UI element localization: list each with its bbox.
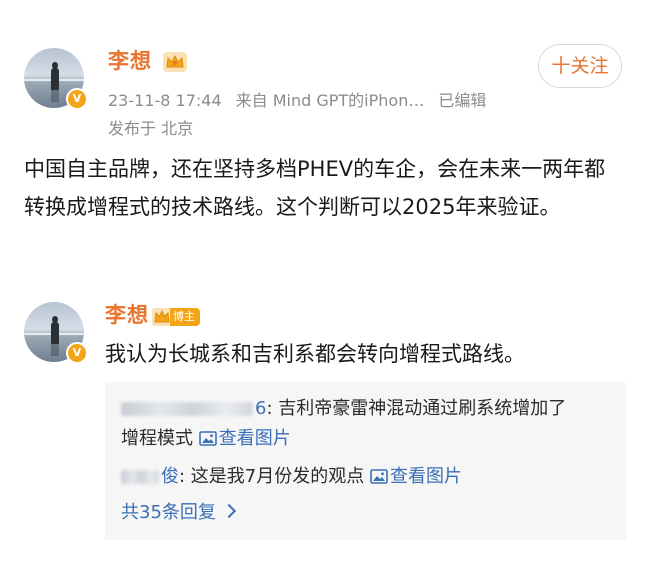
post-meta: 23-11-8 17:44 来自 Mind GPT的iPhon… 已编辑 <box>108 90 486 112</box>
reply-username[interactable]: 6 <box>121 398 266 419</box>
verified-badge-icon: V <box>66 342 88 364</box>
follow-button[interactable]: 十关注 <box>538 44 622 88</box>
more-replies-link[interactable]: 共35条回复 <box>121 498 236 528</box>
author-name[interactable]: 李想 <box>108 48 152 74</box>
replies-panel: 6: 吉利帝豪雷神混动通过刷系统增加了 增程模式 查看图片 俊: 这是我7月份发… <box>105 382 626 540</box>
post-location: 发布于 北京 <box>108 119 194 138</box>
edited-label: 已编辑 <box>438 91 487 110</box>
more-replies-label: 共35条回复 <box>121 502 216 523</box>
weibo-post: V 李想 十关注 23-11-8 17:44 来自 Mind GPT的iPhon…… <box>0 0 651 563</box>
reply-text-cont: 增程模式 <box>121 428 193 449</box>
reply-item: 6: 吉利帝豪雷神混动通过刷系统增加了 增程模式 查看图片 <box>121 398 567 449</box>
image-icon <box>370 469 388 484</box>
comment-author-name[interactable]: 李想 <box>105 302 149 328</box>
view-image-label: 查看图片 <box>218 428 291 449</box>
image-icon <box>198 431 217 446</box>
blurred-username <box>121 470 159 484</box>
post-timestamp: 23-11-8 17:44 <box>108 91 222 110</box>
verified-badge-icon: V <box>66 88 88 110</box>
blurred-username <box>121 402 253 416</box>
reply-text: 吉利帝豪雷神混动通过刷系统增加了 <box>278 398 567 419</box>
crown-icon <box>163 52 187 72</box>
post-content: 中国自主品牌，还在坚持多档PHEV的车企，会在未来一两年都转换成增程式的技术路线… <box>24 157 606 219</box>
crown-icon <box>152 308 172 326</box>
blogger-badge: 博主 <box>152 307 200 327</box>
reply-username[interactable]: 俊 <box>121 466 179 487</box>
reply-item: 俊: 这是我7月份发的观点 查看图片 <box>121 462 611 492</box>
comment-text: 我认为长城系和吉利系都会转向增程式路线。 <box>105 342 525 366</box>
view-image-label: 查看图片 <box>389 466 462 487</box>
view-image-link[interactable]: 查看图片 <box>370 466 462 487</box>
chevron-right-icon <box>221 503 236 519</box>
blogger-badge-label: 博主 <box>170 308 200 326</box>
post-source: 来自 Mind GPT的iPhon… <box>235 91 425 110</box>
reply-text: 这是我7月份发的观点 <box>190 466 365 487</box>
view-image-link[interactable]: 查看图片 <box>198 428 291 449</box>
